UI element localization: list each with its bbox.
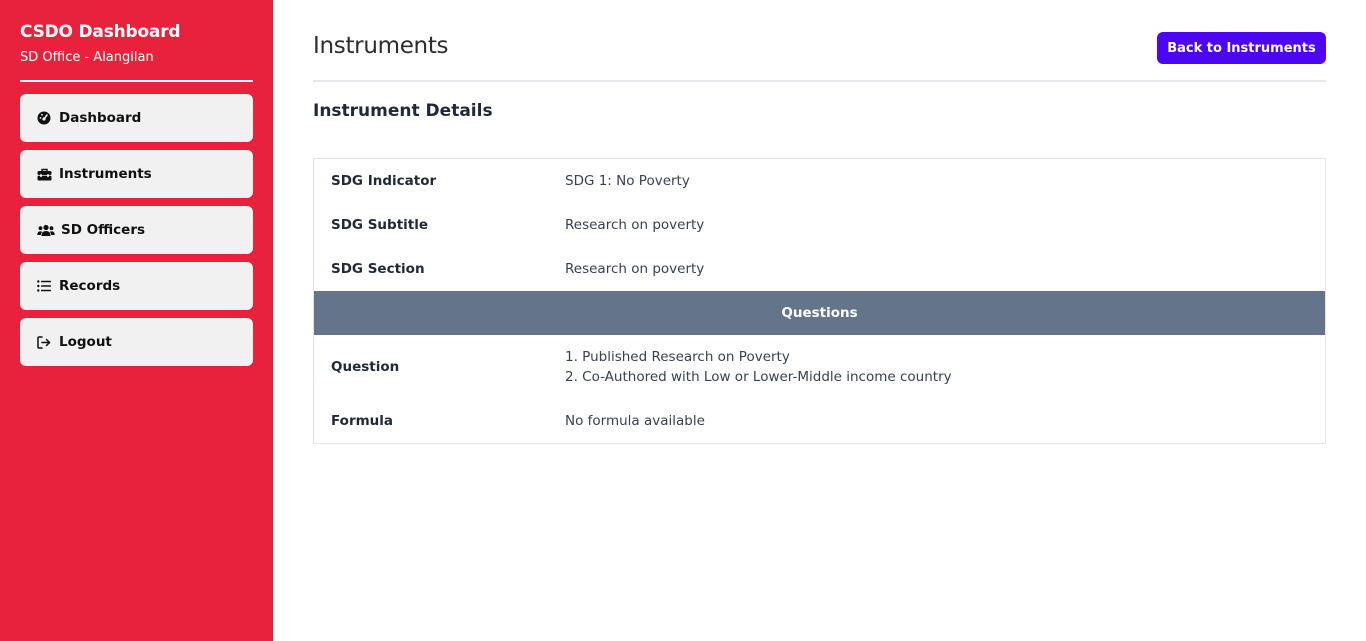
row-value: Research on poverty xyxy=(565,261,705,277)
brand-subtitle: SD Office - Alangilan xyxy=(20,50,154,65)
questions-header: Questions xyxy=(314,291,1325,335)
section-title: Instrument Details xyxy=(313,101,493,121)
sidebar-item-records[interactable]: Records xyxy=(20,262,253,310)
users-icon xyxy=(36,222,55,238)
question-list: 1. Published Research on Poverty 2. Co-A… xyxy=(565,347,952,387)
sidebar-item-label: Dashboard xyxy=(59,110,142,126)
back-to-instruments-button[interactable]: Back to Instruments xyxy=(1157,32,1326,64)
sidebar-item-label: Instruments xyxy=(59,166,152,182)
table-row: Formula No formula available xyxy=(314,399,1325,443)
sidebar-item-label: SD Officers xyxy=(61,222,146,238)
sidebar-item-logout[interactable]: Logout xyxy=(20,318,253,366)
row-label: SDG Section xyxy=(331,261,425,277)
logout-icon xyxy=(36,334,52,350)
instrument-details-table: SDG Indicator SDG 1: No Poverty SDG Subt… xyxy=(313,158,1326,444)
sidebar-item-instruments[interactable]: Instruments xyxy=(20,150,253,198)
row-value: SDG 1: No Poverty xyxy=(565,173,690,189)
sidebar: CSDO Dashboard SD Office - Alangilan Das… xyxy=(0,0,273,641)
row-label: SDG Indicator xyxy=(331,173,437,189)
question-item: 1. Published Research on Poverty xyxy=(565,349,790,365)
sidebar-item-label: Logout xyxy=(59,334,112,350)
sidebar-nav: Dashboard Instruments SD Officers Record… xyxy=(20,94,253,374)
row-label: Question xyxy=(331,359,400,375)
sidebar-item-sd-officers[interactable]: SD Officers xyxy=(20,206,253,254)
row-label: SDG Subtitle xyxy=(331,217,429,233)
sidebar-item-dashboard[interactable]: Dashboard xyxy=(20,94,253,142)
question-item: 2. Co-Authored with Low or Lower-Middle … xyxy=(565,369,952,385)
sidebar-item-label: Records xyxy=(59,278,121,294)
list-icon xyxy=(36,278,52,294)
row-value: Research on poverty xyxy=(565,217,705,233)
row-label: Formula xyxy=(331,413,394,429)
brand-title: CSDO Dashboard xyxy=(20,22,181,42)
sidebar-divider xyxy=(20,80,253,82)
main-content: Instruments Back to Instruments Instrume… xyxy=(313,0,1326,641)
table-row: Question 1. Published Research on Povert… xyxy=(314,335,1325,399)
header-divider xyxy=(313,80,1326,82)
row-value: No formula available xyxy=(565,413,705,429)
toolbox-icon xyxy=(36,166,52,182)
gauge-icon xyxy=(36,110,52,126)
table-row: SDG Indicator SDG 1: No Poverty xyxy=(314,159,1325,203)
table-row: SDG Subtitle Research on poverty xyxy=(314,203,1325,247)
page-title: Instruments xyxy=(313,33,449,59)
table-row: SDG Section Research on poverty xyxy=(314,247,1325,291)
